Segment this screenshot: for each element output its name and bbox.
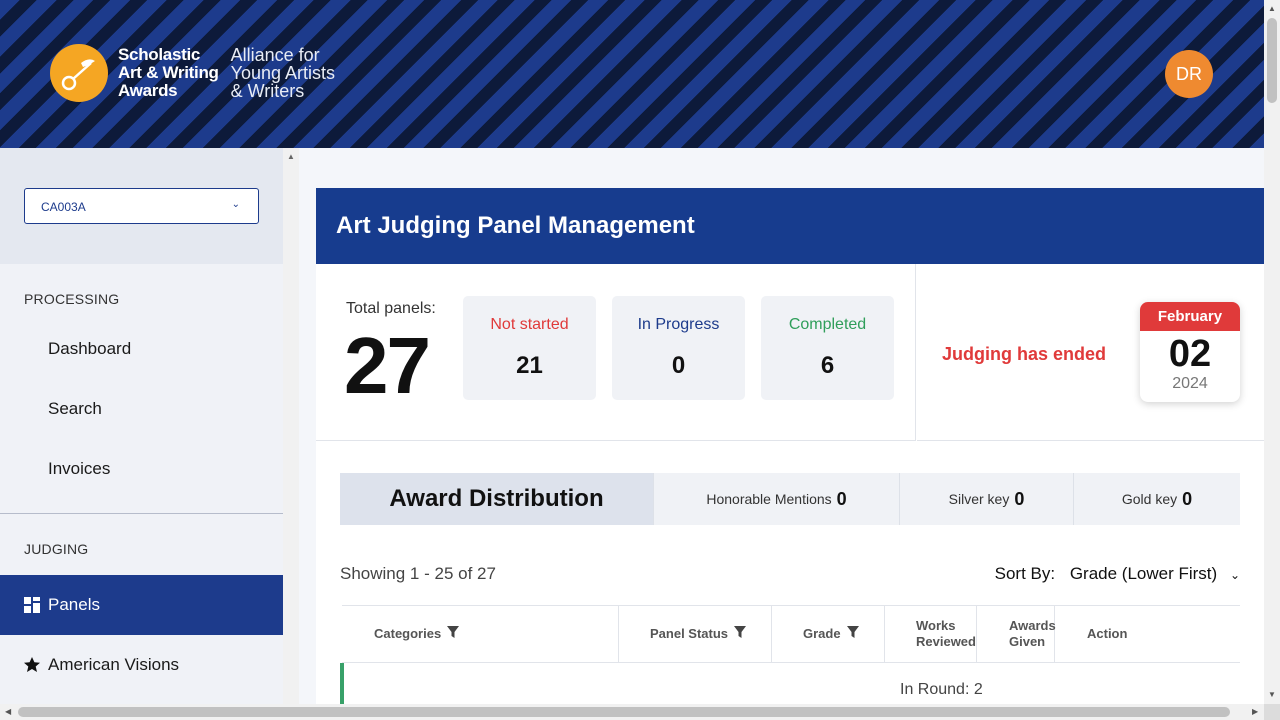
stat-completed[interactable]: Completed 6 — [761, 296, 894, 400]
stat-in-progress[interactable]: In Progress 0 — [612, 296, 745, 400]
region-select[interactable]: CA003A ⌄ — [24, 188, 259, 224]
alliance-line-2: Young Artists — [230, 63, 336, 83]
sidebar: CA003A ⌄ PROCESSING Dashboard Search Inv… — [0, 148, 283, 704]
calendar-year: 2024 — [1172, 375, 1208, 392]
chevron-down-icon: ⌄ — [1229, 568, 1240, 582]
calendar-badge: February 02 2024 — [1140, 302, 1240, 402]
award-value: 0 — [1014, 488, 1025, 509]
sidebar-item-invoices[interactable]: Invoices — [0, 439, 283, 499]
column-header-panel-status[interactable]: Panel Status — [619, 606, 772, 662]
stat-value: 0 — [671, 352, 686, 379]
sidebar-item-dashboard[interactable]: Dashboard — [0, 319, 283, 379]
award-silver-key: Silver key 0 — [899, 473, 1073, 525]
section-label-judging: JUDGING — [24, 541, 89, 557]
column-label: Reviewed — [916, 634, 976, 649]
award-value: 0 — [836, 488, 847, 509]
row-round-text: In Round: 2 — [900, 681, 983, 698]
column-label: Given — [1009, 634, 1046, 649]
scrollbar-thumb[interactable] — [18, 707, 1230, 717]
scroll-right-icon[interactable]: ▶ — [1252, 707, 1258, 716]
sort-control[interactable]: Sort By: Grade (Lower First) ⌄ — [995, 564, 1240, 584]
logo-line-1: Scholastic — [118, 45, 201, 64]
column-header-awards-given: Awards Given — [977, 606, 1056, 662]
calendar-month: February — [1140, 302, 1240, 331]
filter-icon[interactable] — [734, 626, 747, 642]
column-label: Awards — [1009, 618, 1056, 633]
award-gold-key: Gold key 0 — [1073, 473, 1240, 525]
column-header-categories[interactable]: Categories — [342, 606, 619, 662]
total-panels-label: Total panels: — [346, 300, 436, 317]
sidebar-item-panels[interactable]: Panels — [0, 575, 283, 635]
column-label: Action — [1087, 626, 1128, 641]
page-vertical-scrollbar[interactable]: ▲ ▼ — [1264, 0, 1280, 704]
site-header: Scholastic Art & Writing Awards Alliance… — [0, 0, 1264, 148]
award-value: 0 — [1182, 488, 1193, 509]
table-header: Categories Panel Status Grade Works Revi… — [342, 605, 1240, 663]
results-count: Showing 1 - 25 of 27 — [340, 564, 496, 583]
sidebar-item-label: American Visions — [48, 655, 180, 674]
grid-icon — [24, 597, 40, 613]
star-icon — [24, 657, 40, 673]
sidebar-item-search[interactable]: Search — [0, 379, 283, 439]
stat-value: 6 — [820, 352, 835, 379]
logo-line-3: Awards — [118, 81, 178, 100]
stat-label: In Progress — [637, 316, 720, 333]
stat-label: Completed — [788, 316, 867, 333]
stat-label: Not started — [490, 316, 569, 333]
panel-management-card: Art Judging Panel Management Total panel… — [316, 188, 1264, 704]
alliance-line-1: Alliance for — [230, 45, 320, 65]
alliance-line-3: & Writers — [230, 81, 305, 101]
logo[interactable]: Scholastic Art & Writing Awards Alliance… — [50, 44, 335, 102]
column-header-grade[interactable]: Grade — [772, 606, 885, 662]
award-label: Honorable Mentions — [706, 491, 832, 507]
award-distribution-title: Award Distribution — [340, 473, 653, 525]
total-panels-value: 27 — [344, 321, 431, 410]
sidebar-scrollbar[interactable]: ▲ — [283, 148, 299, 704]
column-label: Works — [916, 618, 956, 633]
stat-value: 21 — [516, 352, 543, 379]
scrollbar-thumb[interactable] — [1267, 18, 1277, 103]
chevron-down-icon: ⌄ — [231, 199, 240, 210]
award-distribution-bar: Award Distribution Honorable Mentions 0 S… — [340, 473, 1240, 525]
scroll-left-icon[interactable]: ◀ — [5, 707, 11, 716]
column-label: Grade — [803, 626, 841, 641]
scrollbar-corner — [1264, 704, 1280, 720]
user-avatar[interactable]: DR — [1165, 50, 1213, 98]
sidebar-item-label: Panels — [48, 595, 100, 614]
calendar-day: 02 — [1168, 333, 1212, 375]
sort-value: Grade (Lower First) — [1069, 564, 1218, 583]
stats-section: Total panels: 27 Not started 21 In Progr… — [316, 264, 916, 441]
logo-line-2: Art & Writing — [118, 63, 219, 82]
filter-icon[interactable] — [846, 626, 859, 642]
table-row[interactable]: In Round: 2 — [340, 663, 1240, 704]
award-label: Gold key — [1121, 491, 1178, 507]
judging-status-text: Judging has ended — [942, 344, 1107, 364]
judging-status-section: Judging has ended February 02 2024 — [917, 264, 1264, 441]
section-label-processing: PROCESSING — [24, 291, 120, 307]
award-label: Silver key — [948, 491, 1010, 507]
filter-icon[interactable] — [447, 626, 460, 642]
page-horizontal-scrollbar[interactable]: ◀ ▶ — [0, 704, 1264, 720]
scroll-up-icon[interactable]: ▲ — [1268, 4, 1276, 13]
column-label: Categories — [374, 626, 442, 641]
award-honorable-mentions: Honorable Mentions 0 — [653, 473, 899, 525]
column-header-works-reviewed: Works Reviewed — [885, 606, 977, 662]
scroll-up-icon[interactable]: ▲ — [287, 152, 295, 161]
main-content: Art Judging Panel Management Total panel… — [299, 148, 1264, 704]
page-title: Art Judging Panel Management — [316, 188, 1264, 264]
stat-not-started[interactable]: Not started 21 — [463, 296, 596, 400]
sidebar-top: CA003A ⌄ — [0, 148, 283, 264]
column-header-action: Action — [1055, 606, 1240, 662]
region-select-value: CA003A — [41, 200, 86, 214]
scroll-down-icon[interactable]: ▼ — [1268, 690, 1276, 699]
sort-label: Sort By: — [994, 564, 1056, 583]
column-label: Panel Status — [650, 626, 729, 641]
logo-key-icon — [50, 44, 108, 102]
sidebar-item-american-visions[interactable]: American Visions — [0, 635, 283, 695]
